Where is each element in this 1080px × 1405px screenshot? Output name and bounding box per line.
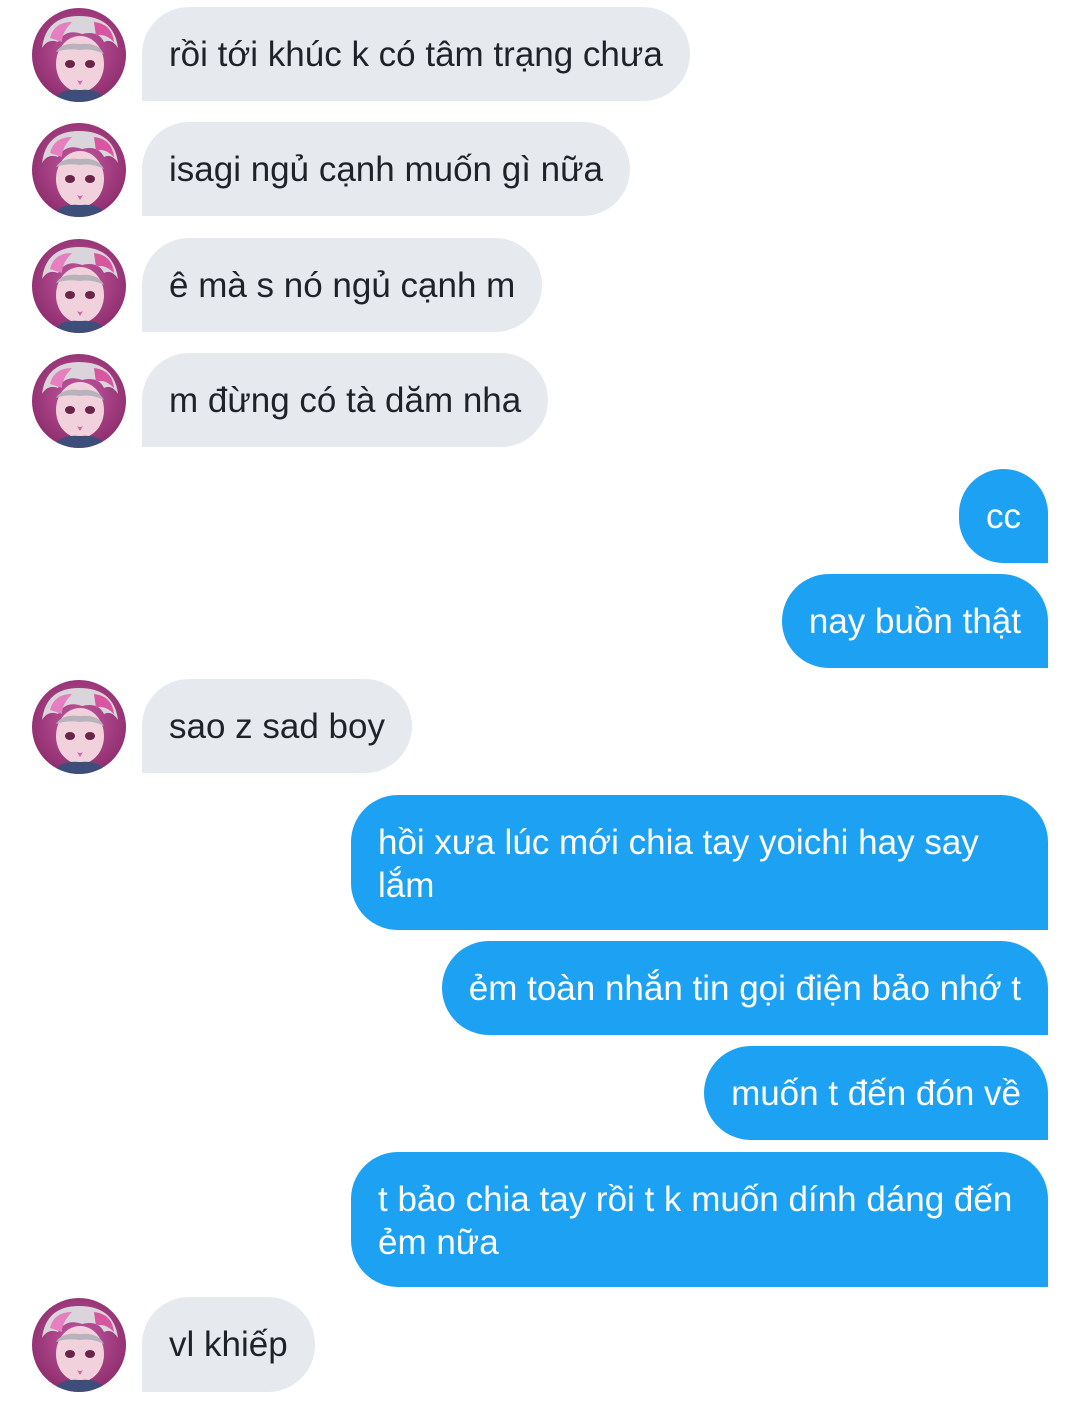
message-text: ẻm toàn nhắn tin gọi điện bảo nhớ t [468,969,1021,1008]
incoming-message-bubble[interactable]: vl khiếp [142,1297,315,1392]
user-avatar-icon [32,123,126,217]
user-avatar-icon [32,239,126,333]
contact-avatar[interactable] [32,123,126,217]
outgoing-message-bubble[interactable]: muốn t đến đón về [704,1046,1048,1140]
incoming-message-bubble[interactable]: isagi ngủ cạnh muốn gì nữa [142,122,630,216]
message-text: m đừng có tà dăm nha [169,381,522,420]
message-text: vl khiếp [169,1325,288,1364]
outgoing-message-bubble[interactable]: nay buồn thật [781,574,1048,668]
incoming-message-bubble[interactable]: m đừng có tà dăm nha [142,353,549,447]
message-text: muốn t đến đón về [731,1074,1021,1113]
message-text: isagi ngủ cạnh muốn gì nữa [169,150,603,189]
contact-avatar[interactable] [32,354,126,448]
incoming-message-bubble[interactable]: sao z sad boy [142,679,412,773]
contact-avatar[interactable] [32,680,126,774]
user-avatar-icon [32,354,126,448]
incoming-message-bubble[interactable]: ê mà s nó ngủ cạnh m [142,238,543,332]
message-text: ê mà s nó ngủ cạnh m [169,266,516,305]
incoming-message-bubble[interactable]: rồi tới khúc k có tâm trạng chưa [142,7,690,101]
outgoing-message-bubble[interactable]: t bảo chia tay rồi t k muốn dính dáng đế… [351,1152,1048,1287]
outgoing-message-bubble[interactable]: hồi xưa lúc mới chia tay yoichi hay say … [351,795,1048,930]
outgoing-message-bubble[interactable]: cc [959,469,1048,563]
user-avatar-icon [32,8,126,102]
contact-avatar[interactable] [32,1298,126,1392]
contact-avatar[interactable] [32,239,126,333]
message-text: rồi tới khúc k có tâm trạng chưa [169,35,663,74]
message-text: sao z sad boy [169,707,385,746]
message-text: t bảo chia tay rồi t k muốn dính dáng đế… [378,1180,1013,1262]
user-avatar-icon [32,680,126,774]
user-avatar-icon [32,1298,126,1392]
message-text: hồi xưa lúc mới chia tay yoichi hay say … [378,823,979,905]
message-text: nay buồn thật [808,602,1021,641]
message-text: cc [986,497,1021,536]
contact-avatar[interactable] [32,8,126,102]
outgoing-message-bubble[interactable]: ẻm toàn nhắn tin gọi điện bảo nhớ t [441,941,1048,1035]
